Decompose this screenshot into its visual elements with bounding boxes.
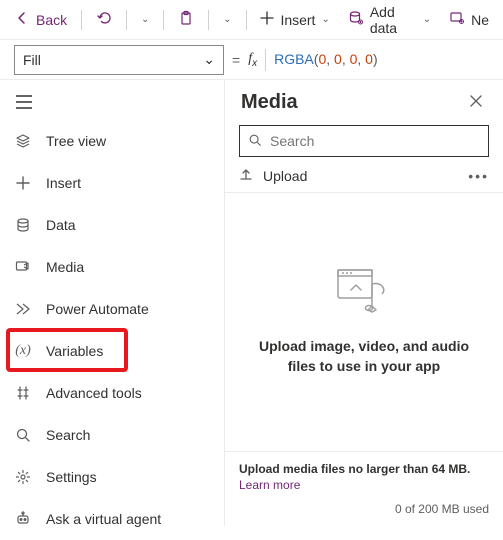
footer-hint: Upload media files no larger than 64 MB. <box>239 462 489 476</box>
new-screen-label: Ne <box>471 12 489 28</box>
tools-icon <box>14 385 32 401</box>
new-screen-icon <box>449 10 465 29</box>
chevron-down-icon: ⌄ <box>223 14 231 25</box>
undo-icon <box>96 10 112 29</box>
panel-footer: Upload media files no larger than 64 MB.… <box>225 451 503 526</box>
divider <box>126 10 127 30</box>
chevron-down-icon: ⌄ <box>203 51 215 68</box>
flow-icon <box>14 301 32 317</box>
sidebar-item-label: Power Automate <box>46 301 149 317</box>
new-screen-button[interactable]: Ne <box>441 6 497 33</box>
sidebar-item-settings[interactable]: Settings <box>0 456 224 498</box>
paste-button[interactable] <box>170 6 202 33</box>
paste-dropdown[interactable]: ⌄ <box>215 10 239 29</box>
formula-input[interactable]: RGBA(0, 0, 0, 0) <box>274 51 378 69</box>
upload-button[interactable]: Upload <box>263 168 307 184</box>
sidebar-item-search[interactable]: Search <box>0 414 224 456</box>
add-data-label: Add data <box>370 4 417 36</box>
sidebar-item-label: Tree view <box>46 133 106 149</box>
learn-more-link[interactable]: Learn more <box>239 478 300 492</box>
sidebar-item-data[interactable]: Data <box>0 204 224 246</box>
more-button[interactable]: ••• <box>468 168 489 184</box>
search-icon <box>14 427 32 443</box>
plus-icon <box>14 175 32 191</box>
sidebar-item-label: Settings <box>46 469 97 485</box>
chevron-down-icon: ⌄ <box>423 14 431 25</box>
plus-icon <box>260 11 274 28</box>
undo-dropdown[interactable]: ⌄ <box>133 10 157 29</box>
media-placeholder-icon <box>336 268 392 317</box>
back-label: Back <box>36 12 67 28</box>
property-selector[interactable]: Fill ⌄ <box>14 45 224 75</box>
undo-button[interactable] <box>88 6 120 33</box>
database-icon <box>14 217 32 233</box>
back-button[interactable]: Back <box>6 6 75 33</box>
media-icon <box>14 259 32 275</box>
sidebar-item-label: Ask a virtual agent <box>46 511 161 527</box>
sidebar-item-tree-view[interactable]: Tree view <box>0 120 224 162</box>
database-icon <box>348 10 364 29</box>
search-icon <box>248 133 262 150</box>
divider <box>246 10 247 30</box>
property-label: Fill <box>23 52 41 68</box>
variable-icon: (x) <box>14 343 32 359</box>
divider <box>208 10 209 30</box>
top-toolbar: Back ⌄ ⌄ Insert ⌄ Add data ⌄ Ne <box>0 0 503 40</box>
insert-label: Insert <box>280 12 315 28</box>
chevron-down-icon: ⌄ <box>141 14 149 25</box>
panel-title: Media <box>241 91 298 114</box>
left-sidebar: Tree view Insert Data Media Power Automa… <box>0 80 225 526</box>
sidebar-item-insert[interactable]: Insert <box>0 162 224 204</box>
sidebar-item-label: Variables <box>46 343 103 359</box>
divider <box>81 10 82 30</box>
sidebar-item-power-automate[interactable]: Power Automate <box>0 288 224 330</box>
media-panel: Media Upload ••• <box>225 80 503 526</box>
bot-icon <box>14 511 32 527</box>
arrow-left-icon <box>14 10 30 29</box>
search-input[interactable] <box>270 133 480 149</box>
fx-icon[interactable]: fx <box>248 51 257 69</box>
sidebar-item-label: Search <box>46 427 90 443</box>
clipboard-icon <box>178 10 194 29</box>
usage-text: 0 of 200 MB used <box>239 502 489 516</box>
close-button[interactable] <box>465 90 487 115</box>
sidebar-item-advanced-tools[interactable]: Advanced tools <box>0 372 224 414</box>
insert-button[interactable]: Insert ⌄ <box>252 7 337 32</box>
empty-message: Upload image, video, and audio files to … <box>249 337 479 376</box>
empty-state: Upload image, video, and audio files to … <box>225 193 503 451</box>
chevron-down-icon: ⌄ <box>321 14 329 25</box>
gear-icon <box>14 469 32 485</box>
sidebar-item-label: Data <box>46 217 76 233</box>
divider <box>265 49 266 71</box>
sidebar-item-virtual-agent[interactable]: Ask a virtual agent <box>0 498 224 540</box>
layers-icon <box>14 133 32 149</box>
divider <box>163 10 164 30</box>
sidebar-item-label: Advanced tools <box>46 385 142 401</box>
search-box[interactable] <box>239 125 489 157</box>
add-data-button[interactable]: Add data ⌄ <box>340 0 439 40</box>
upload-icon[interactable] <box>239 167 253 184</box>
formula-bar: Fill ⌄ = fx RGBA(0, 0, 0, 0) <box>0 40 503 80</box>
sidebar-item-media[interactable]: Media <box>0 246 224 288</box>
equals-sign: = <box>232 52 240 68</box>
hamburger-icon[interactable] <box>16 95 32 112</box>
sidebar-item-variables[interactable]: (x) Variables <box>0 330 224 372</box>
sidebar-item-label: Media <box>46 259 84 275</box>
sidebar-item-label: Insert <box>46 175 81 191</box>
